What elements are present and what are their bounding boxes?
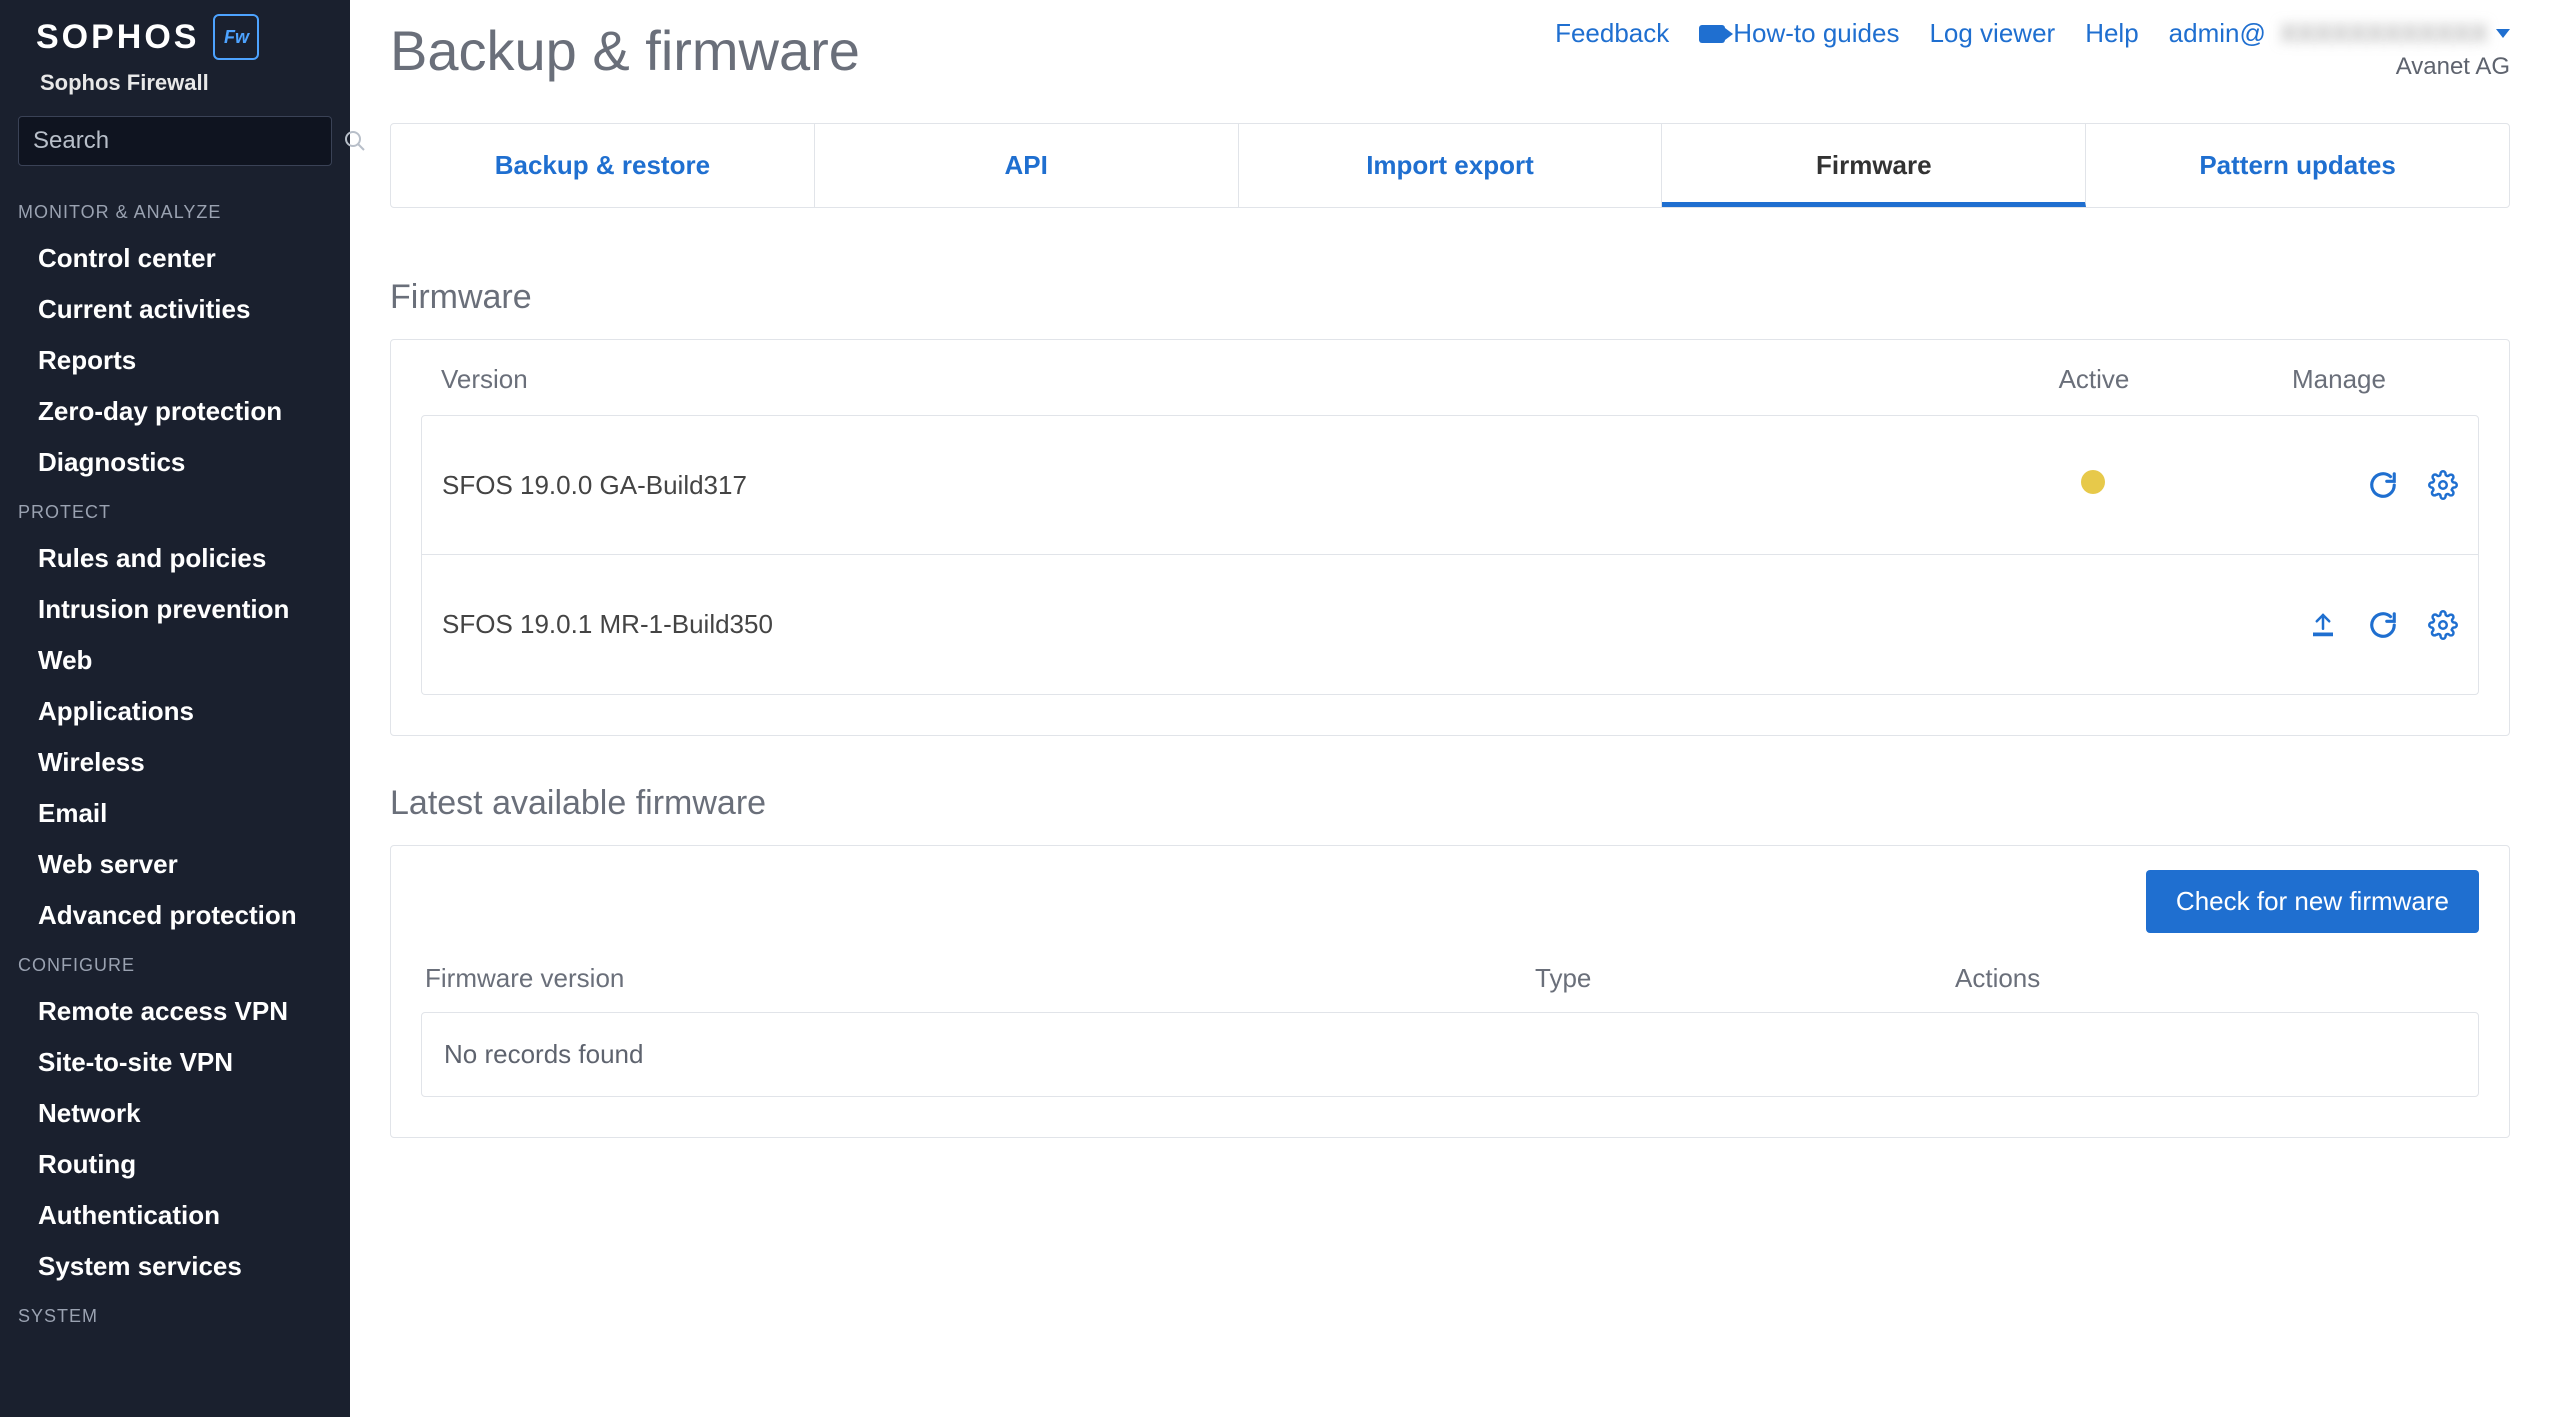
tab-firmware[interactable]: Firmware [1662,124,2086,207]
page-title: Backup & firmware [390,18,860,83]
firmware-version: SFOS 19.0.0 GA-Build317 [442,470,1968,501]
tab-import-export[interactable]: Import export [1239,124,1663,207]
nav-item[interactable]: Network [0,1088,350,1139]
nav-item[interactable]: Control center [0,233,350,284]
brand-name: SOPHOS [36,18,199,57]
nav-item[interactable]: Web [0,635,350,686]
main-content: Backup & firmware Feedback How-to guides… [350,0,2560,1417]
nav-item[interactable]: Applications [0,686,350,737]
nav-section-title: PROTECT [0,488,350,533]
refresh-icon[interactable] [2368,470,2398,500]
howto-guides-link[interactable]: How-to guides [1699,18,1899,49]
sidebar: SOPHOS Fw Sophos Firewall MONITOR & ANAL… [0,0,350,1417]
firmware-row: SFOS 19.0.1 MR-1-Build350 [421,555,2479,695]
nav-item[interactable]: Email [0,788,350,839]
howto-label: How-to guides [1733,18,1899,49]
firmware-manage [2218,470,2458,500]
nav-item[interactable]: Current activities [0,284,350,335]
nav-item[interactable]: Reports [0,335,350,386]
tabs: Backup & restoreAPIImport exportFirmware… [390,123,2510,208]
firmware-table-header: Version Active Manage [421,364,2479,415]
brand-badge: Fw [213,14,259,60]
top-links: Feedback How-to guides Log viewer Help a… [1555,18,2510,81]
account-block: admin@ XXXXXXXXXXXX Avanet AG [2169,18,2510,81]
account-user[interactable]: admin@ XXXXXXXXXXXX [2169,18,2510,49]
col-active-label: Active [1969,364,2219,395]
video-icon [1699,25,1725,43]
chevron-down-icon [2496,29,2510,38]
nav-section-title: CONFIGURE [0,941,350,986]
col-manage-label: Manage [2219,364,2459,395]
nav-item[interactable]: Zero-day protection [0,386,350,437]
gear-icon[interactable] [2428,470,2458,500]
nav-item[interactable]: Diagnostics [0,437,350,488]
nav-item[interactable]: Routing [0,1139,350,1190]
latest-col-actions: Actions [1955,963,2475,994]
firmware-heading: Firmware [390,278,2510,317]
nav-item[interactable]: Authentication [0,1190,350,1241]
log-viewer-link[interactable]: Log viewer [1929,18,2055,49]
user-obscured: XXXXXXXXXXXX [2280,18,2488,49]
nav-item[interactable]: Web server [0,839,350,890]
latest-col-type: Type [1535,963,1955,994]
refresh-icon[interactable] [2368,610,2398,640]
latest-panel: Check for new firmware Firmware version … [390,845,2510,1138]
latest-col-version: Firmware version [425,963,1535,994]
latest-heading: Latest available firmware [390,784,2510,823]
latest-empty-row: No records found [421,1012,2479,1097]
firmware-version: SFOS 19.0.1 MR-1-Build350 [442,609,1968,640]
nav-item[interactable]: Intrusion prevention [0,584,350,635]
firmware-row: SFOS 19.0.0 GA-Build317 [421,415,2479,555]
firmware-panel: Version Active Manage SFOS 19.0.0 GA-Bui… [390,339,2510,736]
search-box[interactable] [18,116,332,166]
feedback-link[interactable]: Feedback [1555,18,1669,49]
nav-section-title: SYSTEM [0,1292,350,1337]
tab-backup-restore[interactable]: Backup & restore [391,124,815,207]
brand-subtitle: Sophos Firewall [0,70,350,116]
topbar: Backup & firmware Feedback How-to guides… [390,18,2510,83]
active-dot-icon [2081,470,2105,494]
nav-item[interactable]: Rules and policies [0,533,350,584]
nav-item[interactable]: Wireless [0,737,350,788]
col-version-label: Version [441,364,1969,395]
nav-section-title: MONITOR & ANALYZE [0,188,350,233]
tab-api[interactable]: API [815,124,1239,207]
nav-item[interactable]: Advanced protection [0,890,350,941]
user-prefix: admin@ [2169,18,2266,49]
nav-item[interactable]: System services [0,1241,350,1292]
firmware-active [1968,470,2218,501]
latest-table-header: Firmware version Type Actions [421,963,2479,1012]
nav-item[interactable]: Site-to-site VPN [0,1037,350,1088]
brand-logo: SOPHOS Fw [0,14,350,70]
tab-pattern-updates[interactable]: Pattern updates [2086,124,2509,207]
help-link[interactable]: Help [2085,18,2138,49]
upload-icon[interactable] [2308,610,2338,640]
firmware-manage [2218,610,2458,640]
nav-item[interactable]: Remote access VPN [0,986,350,1037]
account-org: Avanet AG [2169,53,2510,81]
check-firmware-button[interactable]: Check for new firmware [2146,870,2479,933]
search-input[interactable] [33,127,343,155]
gear-icon[interactable] [2428,610,2458,640]
